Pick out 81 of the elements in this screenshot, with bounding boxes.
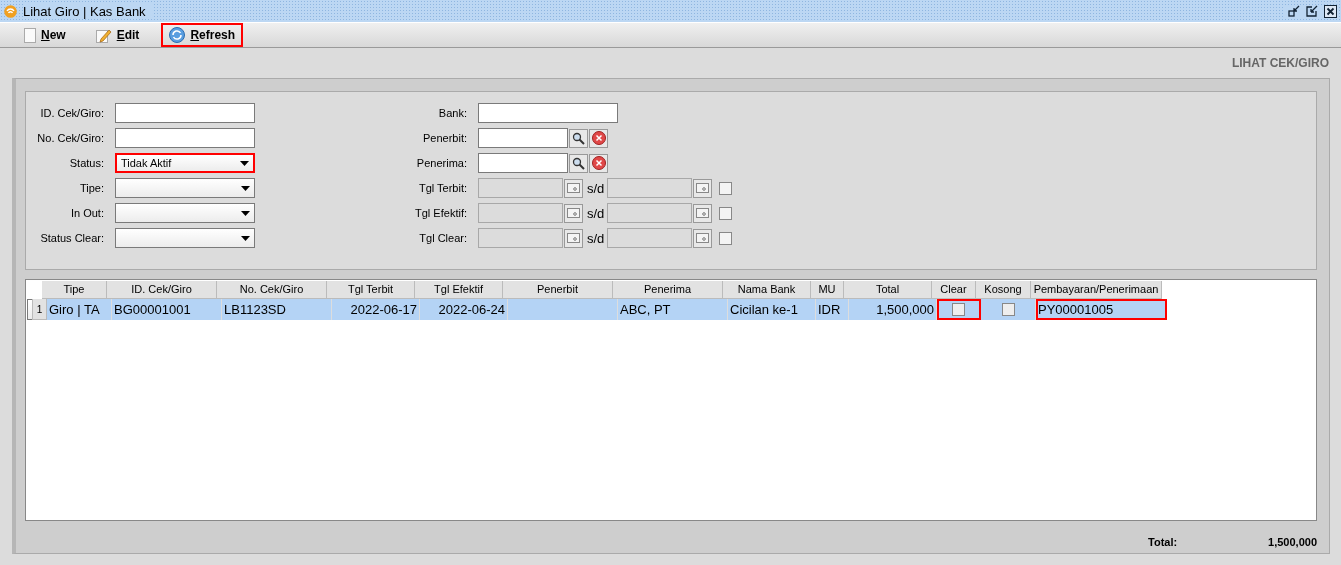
- field-label: No. Cek/Giro:: [36, 132, 104, 144]
- search-icon[interactable]: [569, 128, 588, 148]
- column-header[interactable]: MU: [811, 281, 844, 299]
- column-header[interactable]: Pembayaran/Penerimaan: [1031, 281, 1162, 299]
- restore-icon[interactable]: [1306, 4, 1318, 17]
- text-field[interactable]: [115, 128, 255, 148]
- toolbar-button[interactable]: New: [16, 23, 74, 47]
- pencil-page-icon: [95, 27, 112, 43]
- column-header[interactable]: Penerbit: [503, 281, 613, 299]
- table-cell: 1,500,000: [849, 299, 937, 320]
- text-field[interactable]: [115, 103, 255, 123]
- table-cell: 2022-06-17: [332, 299, 420, 320]
- toolbar-button[interactable]: Edit: [87, 23, 148, 47]
- dropdown[interactable]: [115, 203, 255, 223]
- column-header[interactable]: Tgl Efektif: [415, 281, 503, 299]
- clear-icon[interactable]: [589, 153, 608, 173]
- field-label: ID. Cek/Giro:: [39, 107, 104, 119]
- checkbox[interactable]: [719, 206, 733, 220]
- checkbox[interactable]: [719, 181, 733, 195]
- caret-icon: [241, 235, 250, 241]
- toolbar-button[interactable]: Refresh: [161, 23, 244, 47]
- lookup-field[interactable]: [478, 153, 568, 173]
- column-header[interactable]: Penerima: [613, 281, 723, 299]
- column-header[interactable]: Total: [844, 281, 932, 299]
- text-field[interactable]: [478, 103, 618, 123]
- app-logo-icon: [4, 4, 17, 18]
- checkbox[interactable]: [952, 303, 965, 316]
- table-cell: 2022-06-24: [420, 299, 508, 320]
- range-separator: s/d: [587, 180, 605, 196]
- total-label: Total:: [1148, 536, 1179, 548]
- calendar-icon[interactable]: [693, 203, 713, 223]
- row-number: 1: [32, 299, 47, 320]
- lookup-field[interactable]: [478, 128, 568, 148]
- dropdown[interactable]: [115, 178, 255, 198]
- column-header[interactable]: Nama Bank: [723, 281, 811, 299]
- calendar-icon[interactable]: [564, 203, 583, 223]
- checkbox[interactable]: [1001, 303, 1015, 316]
- column-header[interactable]: Tipe: [42, 281, 107, 299]
- page-heading: LIHAT CEK/GIRO: [1231, 56, 1329, 70]
- caret-icon: [241, 185, 250, 191]
- minimize-icon[interactable]: [1288, 4, 1300, 17]
- field-label: Penerbit:: [421, 132, 467, 144]
- table-cell: ABC, PT: [618, 299, 728, 320]
- column-header[interactable]: No. Cek/Giro: [217, 281, 327, 299]
- field-label: Tgl Terbit:: [417, 182, 467, 194]
- column-header[interactable]: Tgl Terbit: [327, 281, 415, 299]
- calendar-icon[interactable]: [693, 178, 713, 198]
- field-label: Status Clear:: [39, 232, 104, 244]
- column-header[interactable]: Clear: [932, 281, 976, 299]
- range-separator: s/d: [587, 230, 605, 246]
- field-label: Bank:: [437, 107, 467, 119]
- caret-icon: [241, 210, 250, 216]
- table-cell: Giro | TA: [47, 299, 112, 320]
- field-label: Tgl Clear:: [418, 232, 467, 244]
- refresh-icon: [169, 27, 186, 43]
- search-icon[interactable]: [569, 153, 588, 173]
- table-cell: Cicilan ke-1: [728, 299, 816, 320]
- table-cell: LB1123SD: [222, 299, 332, 320]
- calendar-icon[interactable]: [564, 178, 583, 198]
- calendar-icon[interactable]: [564, 228, 583, 248]
- field-label: Status:: [68, 157, 104, 169]
- range-separator: s/d: [587, 205, 605, 221]
- field-label: Tgl Efektif:: [414, 207, 467, 219]
- clear-icon[interactable]: [589, 128, 608, 148]
- table-cell: PY00001005: [1036, 299, 1167, 320]
- checkbox[interactable]: [719, 231, 733, 245]
- dropdown[interactable]: Tidak Aktif: [115, 153, 255, 173]
- table-cell: BG00001001: [112, 299, 222, 320]
- blank-page-icon: [24, 27, 36, 43]
- total-value: 1,500,000: [1268, 536, 1317, 548]
- dropdown[interactable]: [115, 228, 255, 248]
- close-icon[interactable]: [1324, 4, 1337, 18]
- calendar-icon[interactable]: [693, 228, 713, 248]
- table-cell: IDR: [816, 299, 849, 320]
- field-label: In Out:: [69, 207, 104, 219]
- field-label: Tipe:: [78, 182, 104, 194]
- window-title: Lihat Giro | Kas Bank: [23, 3, 152, 19]
- column-header[interactable]: Kosong: [976, 281, 1031, 299]
- field-label: Penerima:: [415, 157, 467, 169]
- caret-icon: [240, 160, 249, 166]
- column-header[interactable]: ID. Cek/Giro: [107, 281, 217, 299]
